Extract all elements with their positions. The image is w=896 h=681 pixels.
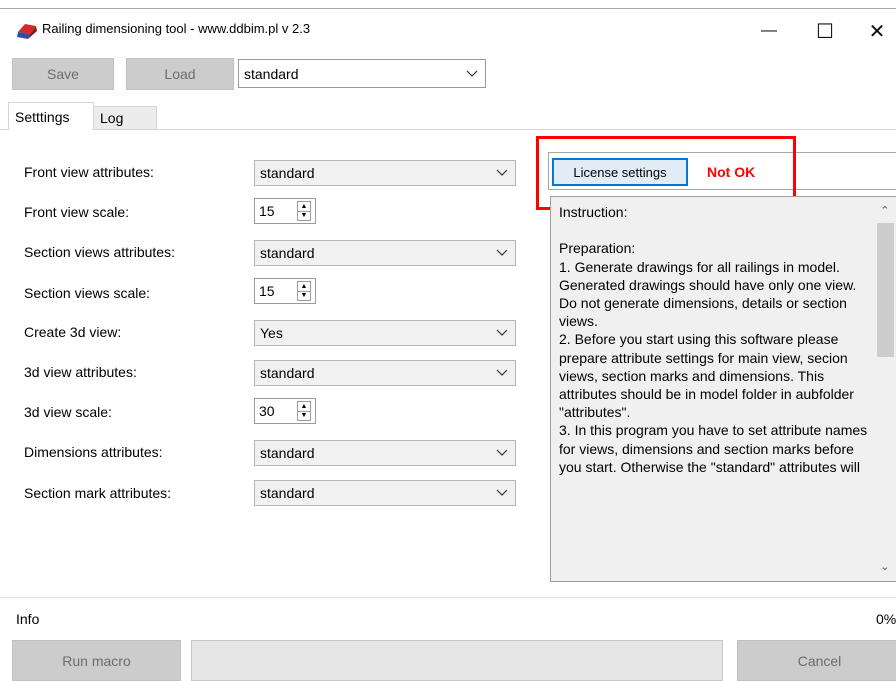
- front-view-scale-label: Front view scale:: [24, 204, 130, 220]
- section-mark-attributes-label: Section mark attributes:: [24, 485, 172, 501]
- spin-up-icon[interactable]: ▲: [298, 402, 310, 411]
- front-view-attributes-value: standard: [260, 165, 315, 181]
- 3d-view-scale-label: 3d view scale:: [24, 404, 112, 420]
- dimensions-attributes-select[interactable]: standard: [254, 440, 516, 466]
- tab-panel-border: [0, 129, 896, 130]
- front-view-scale-value: 15: [259, 203, 275, 219]
- load-button[interactable]: Load: [126, 58, 234, 90]
- 3d-view-attributes-label: 3d view attributes:: [24, 364, 137, 380]
- close-icon: ✕: [868, 20, 886, 43]
- window-title: Railing dimensioning tool - www.ddbim.pl…: [42, 21, 311, 36]
- 3d-view-attributes-value: standard: [260, 365, 315, 381]
- 3d-view-attributes-select[interactable]: standard: [254, 360, 516, 386]
- spin-up-icon[interactable]: ▲: [298, 202, 310, 211]
- tab-settings[interactable]: Setttings: [8, 102, 94, 130]
- chevron-down-icon: [463, 61, 481, 87]
- run-macro-button[interactable]: Run macro: [12, 640, 181, 681]
- preset-select-value: standard: [244, 65, 299, 82]
- save-button[interactable]: Save: [12, 58, 114, 90]
- front-view-attributes-label: Front view attributes:: [24, 164, 154, 180]
- app-logo-icon: [17, 24, 37, 39]
- window-top-border: [0, 8, 896, 9]
- instructions-textbox[interactable]: Instruction: Preparation: 1. Generate dr…: [550, 196, 896, 582]
- spin-up-icon[interactable]: ▲: [298, 282, 310, 291]
- create-3d-view-value: Yes: [260, 325, 283, 341]
- instructions-scrollbar[interactable]: ⌃ ⌄: [874, 197, 896, 581]
- scroll-up-icon[interactable]: ⌃: [878, 203, 892, 217]
- info-label: Info: [16, 611, 40, 627]
- minimize-button[interactable]: —: [754, 16, 784, 46]
- cancel-button[interactable]: Cancel: [737, 640, 896, 681]
- section-views-attributes-select[interactable]: standard: [254, 240, 516, 266]
- front-view-scale-spinner[interactable]: 15 ▲ ▼: [254, 198, 316, 224]
- close-button[interactable]: ✕: [862, 16, 892, 46]
- preset-select[interactable]: standard: [238, 59, 486, 88]
- 3d-view-scale-value: 30: [259, 403, 275, 419]
- scroll-down-icon[interactable]: ⌄: [878, 559, 892, 573]
- dimensions-attributes-label: Dimensions attributes:: [24, 444, 163, 460]
- create-3d-view-select[interactable]: Yes: [254, 320, 516, 346]
- progress-bar: [191, 640, 723, 681]
- maximize-button[interactable]: ☐: [810, 16, 840, 46]
- section-mark-attributes-select[interactable]: standard: [254, 480, 516, 506]
- tab-log[interactable]: Log: [93, 106, 157, 130]
- section-views-attributes-value: standard: [260, 245, 315, 261]
- section-views-scale-label: Section views scale:: [24, 285, 151, 301]
- maximize-icon: ☐: [816, 20, 834, 43]
- front-view-attributes-select[interactable]: standard: [254, 160, 516, 186]
- create-3d-view-label: Create 3d view:: [24, 324, 122, 340]
- dimensions-attributes-value: standard: [260, 445, 315, 461]
- spin-down-icon[interactable]: ▼: [298, 290, 310, 301]
- scrollbar-thumb[interactable]: [877, 223, 894, 357]
- 3d-view-scale-spinner[interactable]: 30 ▲ ▼: [254, 398, 316, 424]
- section-views-attributes-label: Section views attributes:: [24, 244, 175, 260]
- section-views-scale-value: 15: [259, 283, 275, 299]
- progress-percent: 0%: [876, 611, 896, 627]
- chevron-down-icon: [493, 480, 511, 506]
- section-views-scale-spinner[interactable]: 15 ▲ ▼: [254, 278, 316, 304]
- spin-down-icon[interactable]: ▼: [298, 410, 310, 421]
- chevron-down-icon: [493, 440, 511, 466]
- chevron-down-icon: [493, 240, 511, 266]
- section-mark-attributes-value: standard: [260, 485, 315, 501]
- spin-down-icon[interactable]: ▼: [298, 210, 310, 221]
- chevron-down-icon: [493, 320, 511, 346]
- minimize-icon: —: [761, 22, 777, 39]
- footer-divider: [0, 597, 896, 598]
- instructions-text: Instruction: Preparation: 1. Generate dr…: [559, 204, 868, 475]
- chevron-down-icon: [493, 360, 511, 386]
- chevron-down-icon: [493, 160, 511, 186]
